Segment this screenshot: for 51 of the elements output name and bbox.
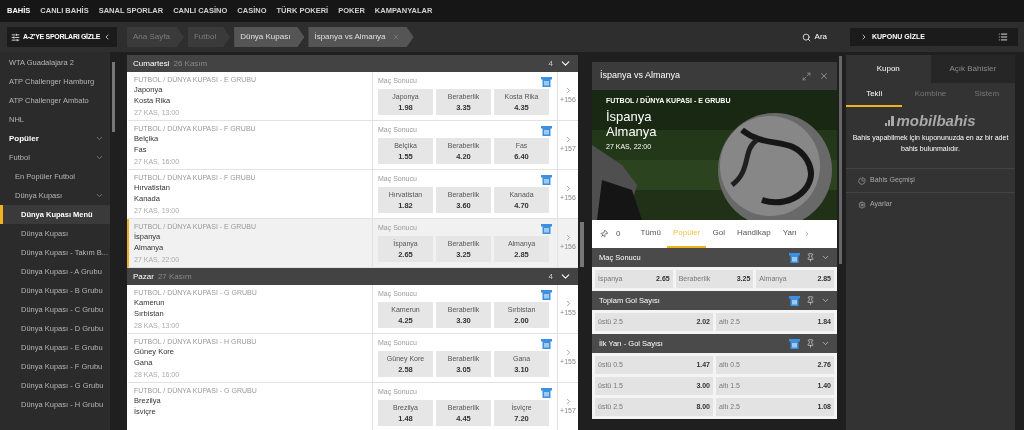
close-icon[interactable] <box>391 33 400 41</box>
sidebar-item[interactable]: Popüler <box>0 129 110 148</box>
stats-icon[interactable] <box>789 252 800 263</box>
chevron-right-icon <box>860 33 868 41</box>
list-icon <box>998 32 1008 42</box>
scrollbar-thumb[interactable] <box>839 56 842 264</box>
match-count: 4 <box>548 270 553 283</box>
pin-icon[interactable] <box>806 339 815 348</box>
pin-icon[interactable] <box>598 228 610 240</box>
breadcrumb[interactable]: Dünya Kupası <box>234 27 305 47</box>
scrollbar-thumb[interactable] <box>580 222 584 267</box>
pin-icon[interactable] <box>806 253 815 262</box>
market-tab[interactable]: Gol <box>706 220 731 248</box>
day-date: 26 Kasım <box>173 57 208 70</box>
market-tab[interactable]: Tümü <box>634 220 667 248</box>
settings-icon <box>858 200 866 209</box>
match-count: 4 <box>548 57 553 70</box>
stats-icon[interactable] <box>541 76 552 87</box>
sliders-icon <box>11 32 20 42</box>
market-tab[interactable]: Handikap <box>730 220 777 248</box>
search-link[interactable]: Ara <box>801 31 827 43</box>
stats-icon[interactable] <box>789 338 800 349</box>
stats-icon[interactable] <box>541 223 552 234</box>
pinned-count: 0 <box>616 228 621 240</box>
close-icon[interactable] <box>819 71 829 81</box>
panel-title: İspanya vs Almanya <box>600 69 682 83</box>
stats-icon[interactable] <box>541 289 552 300</box>
day-name: Cumartesi <box>133 57 170 70</box>
market-tab[interactable]: Yarı <box>776 220 803 248</box>
pie-chart-icon <box>858 176 866 185</box>
breadcrumb[interactable]: İspanya vs Almanya <box>308 27 414 47</box>
stats-icon[interactable] <box>541 338 552 349</box>
coupon-subtab[interactable]: Tekli <box>846 83 903 107</box>
expand-icon[interactable] <box>802 71 811 81</box>
stats-icon[interactable] <box>541 174 552 185</box>
coupon-tab[interactable]: Açık Bahisler <box>930 55 1015 83</box>
chevron-down-icon[interactable] <box>821 296 830 305</box>
search-icon <box>801 32 811 42</box>
day-name: Pazar <box>133 270 154 283</box>
bars-icon <box>885 116 896 126</box>
stats-icon[interactable] <box>541 387 552 398</box>
team-name: İspanya <box>606 108 652 124</box>
chevron-down-icon[interactable] <box>821 339 830 348</box>
day-header[interactable]: Cumartesi 26 Kasım 4 <box>127 55 578 72</box>
stats-icon[interactable] <box>541 125 552 136</box>
scrollbar-thumb[interactable] <box>112 62 115 132</box>
pin-icon[interactable] <box>806 296 815 305</box>
chevron-down-icon[interactable] <box>821 253 830 262</box>
brand-logo: mobilbahis <box>896 113 976 129</box>
stats-icon[interactable] <box>789 295 800 306</box>
team-name: Almanya <box>606 123 657 139</box>
